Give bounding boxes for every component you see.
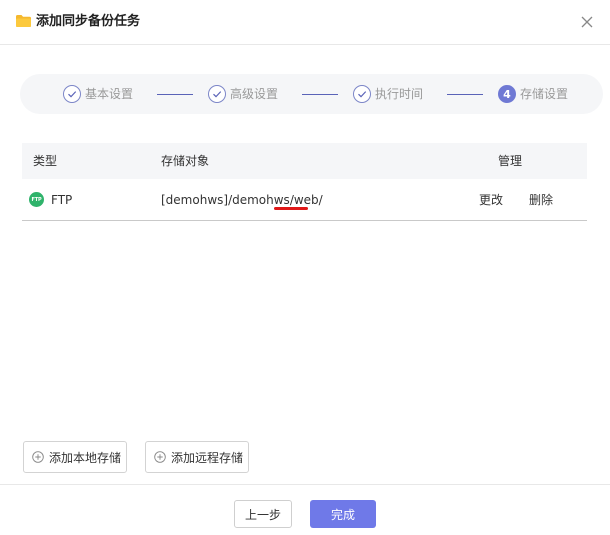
check-icon	[63, 85, 81, 103]
step-execution-time: 执行时间	[353, 84, 423, 104]
add-remote-storage-label: 添加远程存储	[171, 450, 244, 465]
step-storage-settings: 4 存储设置	[498, 84, 568, 104]
column-header-manage: 管理	[498, 154, 523, 168]
table-row: FTP FTP [demohws]/demohws/web/ 更改 删除	[22, 179, 587, 221]
close-icon[interactable]	[578, 13, 596, 31]
step-label: 高级设置	[230, 87, 279, 101]
check-icon	[208, 85, 226, 103]
add-local-storage-button[interactable]: 添加本地存储	[23, 441, 127, 473]
storage-table: 类型 存储对象 管理 FTP FTP [demohws]/demohws/web…	[22, 143, 587, 221]
annotation-underline	[274, 207, 308, 210]
step-basic-settings: 基本设置	[63, 84, 133, 104]
dialog-footer: 上一步 完成	[0, 484, 610, 535]
step-label: 存储设置	[520, 87, 569, 101]
check-icon	[353, 85, 371, 103]
plus-circle-icon	[32, 451, 44, 463]
ftp-icon: FTP	[29, 192, 44, 207]
column-header-type: 类型	[33, 154, 58, 168]
dialog-header: 添加同步备份任务	[0, 0, 610, 45]
step-label: 基本设置	[85, 87, 134, 101]
edit-button[interactable]: 更改	[479, 179, 503, 221]
storage-type: FTP	[51, 193, 73, 207]
column-header-target: 存储对象	[161, 154, 210, 168]
step-number: 4	[498, 85, 516, 103]
step-connector	[447, 94, 483, 95]
delete-button[interactable]: 删除	[529, 179, 553, 221]
previous-step-button[interactable]: 上一步	[234, 500, 292, 528]
table-header: 类型 存储对象 管理	[22, 143, 587, 179]
add-sync-backup-dialog: 添加同步备份任务 基本设置 高级设置 执行时间 4 存储设置 类型 存储对象 管…	[0, 0, 610, 535]
plus-circle-icon	[154, 451, 166, 463]
folder-icon	[16, 15, 31, 27]
add-remote-storage-button[interactable]: 添加远程存储	[145, 441, 249, 473]
finish-button[interactable]: 完成	[310, 500, 376, 528]
step-connector	[157, 94, 193, 95]
add-local-storage-label: 添加本地存储	[49, 450, 122, 465]
step-advanced-settings: 高级设置	[208, 84, 278, 104]
step-progress: 基本设置 高级设置 执行时间 4 存储设置	[20, 74, 603, 114]
dialog-title: 添加同步备份任务	[36, 14, 141, 29]
storage-target: [demohws]/demohws/web/	[161, 193, 323, 207]
step-label: 执行时间	[375, 87, 424, 101]
step-connector	[302, 94, 338, 95]
